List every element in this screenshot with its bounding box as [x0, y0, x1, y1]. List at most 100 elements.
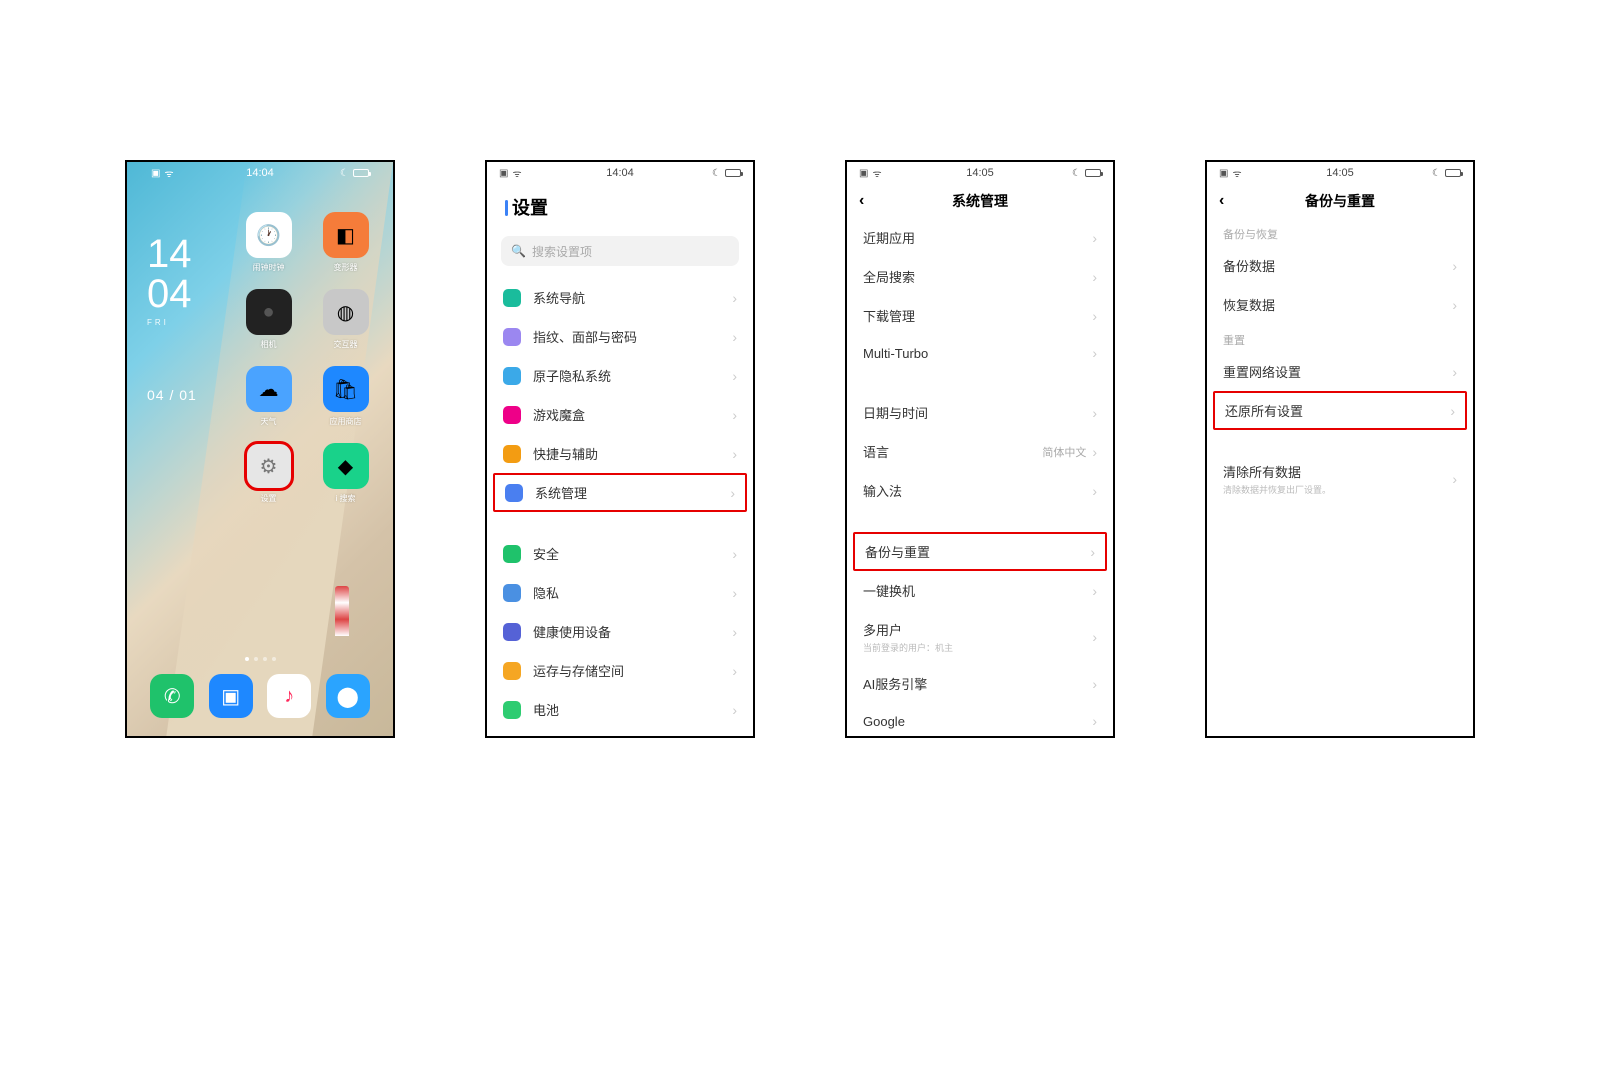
header: ‹ 系统管理 [847, 184, 1113, 218]
chevron-right-icon: › [1452, 364, 1457, 380]
row-shortcut[interactable]: 快捷与辅助› [487, 434, 753, 473]
row-sysnav-label: 系统导航 [533, 288, 732, 307]
app-cube[interactable]: ◧变形器 [314, 212, 377, 273]
row-easyswap-label: 一键换机 [863, 581, 1092, 600]
row-backup-data[interactable]: 备份数据› [1207, 246, 1473, 285]
row-multiturbo-label: Multi-Turbo [863, 346, 1092, 361]
app-settings[interactable]: ⚙设置 [237, 443, 300, 504]
chevron-right-icon: › [1092, 444, 1097, 460]
row-fingerprint[interactable]: 指纹、面部与密码› [487, 317, 753, 356]
dock-phone[interactable]: ✆ [150, 674, 194, 718]
app-weather[interactable]: ☁天气 [237, 366, 300, 427]
row-download[interactable]: 下载管理› [847, 296, 1113, 335]
dock-browser[interactable]: ⬤ [326, 674, 370, 718]
row-sysmgmt-icon [505, 484, 523, 502]
wallpaper-lighthouse [335, 586, 349, 636]
row-health[interactable]: 健康使用设备› [487, 612, 753, 651]
app-settings-label: 设置 [261, 493, 277, 504]
row-health-icon [503, 623, 521, 641]
row-gamebox[interactable]: 游戏魔盒› [487, 395, 753, 434]
row-restore-data[interactable]: 恢复数据› [1207, 285, 1473, 324]
row-datetime[interactable]: 日期与时间› [847, 393, 1113, 432]
row-language-label: 语言 [863, 442, 1042, 461]
row-health-label: 健康使用设备 [533, 622, 732, 641]
app-box[interactable]: ◍交互器 [314, 289, 377, 350]
row-search-label: 全局搜索 [863, 267, 1092, 286]
row-restore-data-label: 恢复数据 [1223, 295, 1452, 314]
home-apps-grid: 🕐 闹钟时钟 ◧变形器●相机◍交互器☁天气🛍应用商店⚙设置◆i 搜索 [237, 212, 377, 504]
row-atom[interactable]: 原子隐私系统› [487, 356, 753, 395]
app-clock-icon: 🕐 [246, 212, 292, 258]
app-cube-label: 变形器 [334, 262, 358, 273]
row-google[interactable]: Google› [847, 703, 1113, 738]
page-title: 备份与重置 [1207, 191, 1473, 211]
row-input[interactable]: 输入法› [847, 471, 1113, 510]
chevron-right-icon: › [1092, 345, 1097, 361]
chevron-right-icon: › [1092, 629, 1097, 645]
row-google-label: Google [863, 714, 1092, 729]
app-camera-icon: ● [246, 289, 292, 335]
page-title: 设置 [487, 184, 753, 230]
row-security[interactable]: 安全› [487, 534, 753, 573]
section-label: 重置 [1207, 324, 1473, 352]
settings-list: 近期应用›全局搜索›下载管理›Multi-Turbo›日期与时间›语言简体中文›… [847, 218, 1113, 738]
chevron-right-icon: › [1090, 544, 1095, 560]
chevron-right-icon: › [1092, 583, 1097, 599]
row-recent-label: 近期应用 [863, 228, 1092, 247]
row-clear-all[interactable]: 清除所有数据清除数据并恢复出厂设置。› [1207, 452, 1473, 506]
row-multiturbo[interactable]: Multi-Turbo› [847, 335, 1113, 371]
row-gamebox-icon [503, 406, 521, 424]
row-sysmgmt[interactable]: 系统管理› [493, 473, 747, 512]
chevron-right-icon: › [1452, 258, 1457, 274]
app-box-icon: ◍ [323, 289, 369, 335]
row-easyswap[interactable]: 一键换机› [847, 571, 1113, 610]
search-input[interactable]: 🔍 搜索设置项 [501, 236, 739, 266]
battery-icon [1085, 169, 1101, 177]
row-language[interactable]: 语言简体中文 › [847, 432, 1113, 471]
row-ai[interactable]: AI服务引擎› [847, 664, 1113, 703]
battery-icon [725, 169, 741, 177]
row-reset-all[interactable]: 还原所有设置› [1213, 391, 1467, 430]
row-download-label: 下载管理 [863, 306, 1092, 325]
chevron-right-icon: › [730, 485, 735, 501]
row-clear-all-label: 清除所有数据 [1223, 462, 1452, 481]
row-multiuser[interactable]: 多用户当前登录的用户：机主› [847, 610, 1113, 664]
app-weather-icon: ☁ [246, 366, 292, 412]
dock-mail[interactable]: ▣ [209, 674, 253, 718]
statusbar: ▣ᯤ 14:05 ☾ [1207, 162, 1473, 184]
statusbar-time: 14:05 [1207, 167, 1473, 179]
search-placeholder: 搜索设置项 [532, 243, 592, 260]
app-clock-label: 闹钟时钟 [253, 262, 285, 273]
row-backup-data-label: 备份数据 [1223, 256, 1452, 275]
app-search-icon: ◆ [323, 443, 369, 489]
row-privacy[interactable]: 隐私› [487, 573, 753, 612]
row-backup-reset[interactable]: 备份与重置› [853, 532, 1107, 571]
row-storage[interactable]: 运存与存储空间› [487, 651, 753, 690]
row-reset-network[interactable]: 重置网络设置› [1207, 352, 1473, 391]
chevron-right-icon: › [732, 407, 737, 423]
chevron-right-icon: › [1092, 405, 1097, 421]
row-battery[interactable]: 电池› [487, 690, 753, 729]
chevron-right-icon: › [732, 446, 737, 462]
chevron-right-icon: › [732, 546, 737, 562]
row-clear-all-sublabel: 清除数据并恢复出厂设置。 [1223, 483, 1452, 496]
row-backup-reset-label: 备份与重置 [865, 542, 1090, 561]
row-recent[interactable]: 近期应用› [847, 218, 1113, 257]
row-security-label: 安全 [533, 544, 732, 563]
phone-screen-home: ▣ᯤ 14:04 ☾ 14 04 FRI 04 / 01 🕐闹钟时钟◧变形器●相… [125, 160, 395, 738]
chevron-right-icon: › [732, 702, 737, 718]
chevron-right-icon: › [1092, 483, 1097, 499]
app-store[interactable]: 🛍应用商店 [314, 366, 377, 427]
statusbar: ▣ᯤ 14:05 ☾ [847, 162, 1113, 184]
page-title: 系统管理 [847, 191, 1113, 211]
dock-music[interactable]: ♪ [267, 674, 311, 718]
row-language-value: 简体中文 [1042, 444, 1086, 460]
row-sysnav[interactable]: 系统导航› [487, 278, 753, 317]
chevron-right-icon: › [1092, 713, 1097, 729]
chevron-right-icon: › [732, 624, 737, 640]
app-search[interactable]: ◆i 搜索 [314, 443, 377, 504]
chevron-right-icon: › [732, 663, 737, 679]
row-search[interactable]: 全局搜索› [847, 257, 1113, 296]
app-camera[interactable]: ●相机 [237, 289, 300, 350]
app-clock[interactable]: 🕐 闹钟时钟 [237, 212, 300, 273]
